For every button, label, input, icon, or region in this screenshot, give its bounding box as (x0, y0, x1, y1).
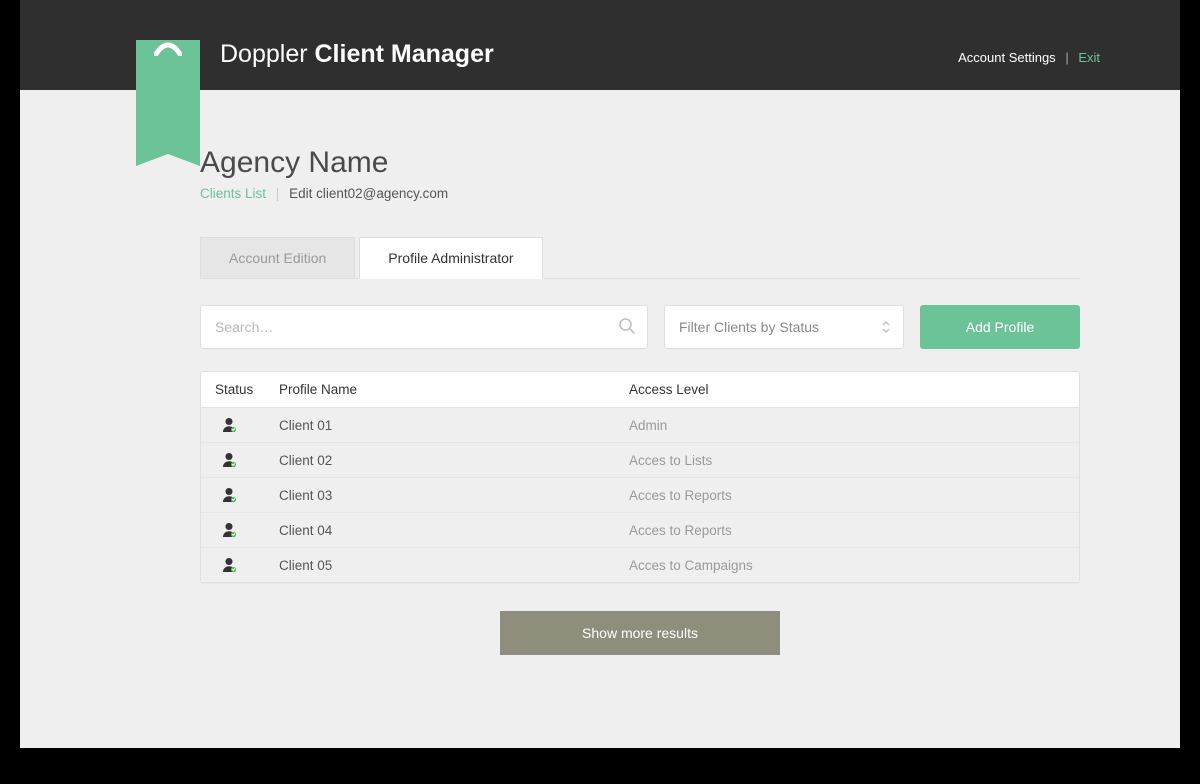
cell-profile-name: Client 02 (279, 453, 629, 468)
cell-profile-name: Client 03 (279, 488, 629, 503)
tab-profile-administrator[interactable]: Profile Administrator (359, 237, 542, 279)
topbar: Doppler Client Manager Account Settings … (20, 0, 1180, 90)
breadcrumb: Clients List | Edit client02@agency.com (200, 186, 1080, 201)
app-title: Doppler Client Manager (220, 40, 494, 69)
show-more-button[interactable]: Show more results (500, 611, 780, 655)
table-row[interactable]: Client 01Admin (201, 408, 1079, 442)
cell-profile-name: Client 04 (279, 523, 629, 538)
filter-select-label: Filter Clients by Status (679, 319, 819, 335)
exit-link[interactable]: Exit (1078, 50, 1100, 65)
table-row[interactable]: Client 02Acces to Lists (201, 442, 1079, 477)
table-row[interactable]: Client 03Acces to Reports (201, 477, 1079, 512)
add-profile-button[interactable]: Add Profile (920, 305, 1080, 349)
cell-access-level: Acces to Lists (629, 453, 1065, 468)
search-input[interactable] (200, 305, 648, 349)
page-title: Agency Name (200, 146, 1080, 180)
cell-access-level: Acces to Reports (629, 488, 1065, 503)
breadcrumb-separator: | (276, 186, 280, 201)
logo-icon (154, 40, 182, 56)
tabs: Account Edition Profile Administrator (200, 237, 1080, 279)
brand-bold: Client Manager (315, 40, 494, 68)
cell-profile-name: Client 01 (279, 418, 629, 433)
filter-clients-select[interactable]: Filter Clients by Status (664, 305, 904, 349)
column-status: Status (215, 382, 279, 397)
account-settings-link[interactable]: Account Settings (958, 50, 1056, 65)
table-header: Status Profile Name Access Level (201, 372, 1079, 408)
table-row[interactable]: Client 04Acces to Reports (201, 512, 1079, 547)
status-active-icon (215, 487, 279, 503)
status-active-icon (215, 557, 279, 573)
chevron-updown-icon (881, 320, 891, 337)
tab-account-edition[interactable]: Account Edition (200, 237, 355, 278)
cell-profile-name: Client 05 (279, 558, 629, 573)
table-row[interactable]: Client 05Acces to Campaigns (201, 547, 1079, 582)
search-box (200, 305, 648, 349)
profiles-table: Status Profile Name Access Level Client … (200, 371, 1080, 583)
nav-separator: | (1065, 50, 1068, 65)
column-access-level: Access Level (629, 382, 1065, 397)
brand-light: Doppler (220, 40, 315, 68)
cell-access-level: Acces to Campaigns (629, 558, 1065, 573)
breadcrumb-current: Edit client02@agency.com (289, 186, 448, 201)
status-active-icon (215, 522, 279, 538)
breadcrumb-clients-list[interactable]: Clients List (200, 186, 266, 201)
column-profile-name: Profile Name (279, 382, 629, 397)
cell-access-level: Acces to Reports (629, 523, 1065, 538)
status-active-icon (215, 417, 279, 433)
cell-access-level: Admin (629, 418, 1065, 433)
top-nav: Account Settings | Exit (958, 50, 1100, 65)
status-active-icon (215, 452, 279, 468)
